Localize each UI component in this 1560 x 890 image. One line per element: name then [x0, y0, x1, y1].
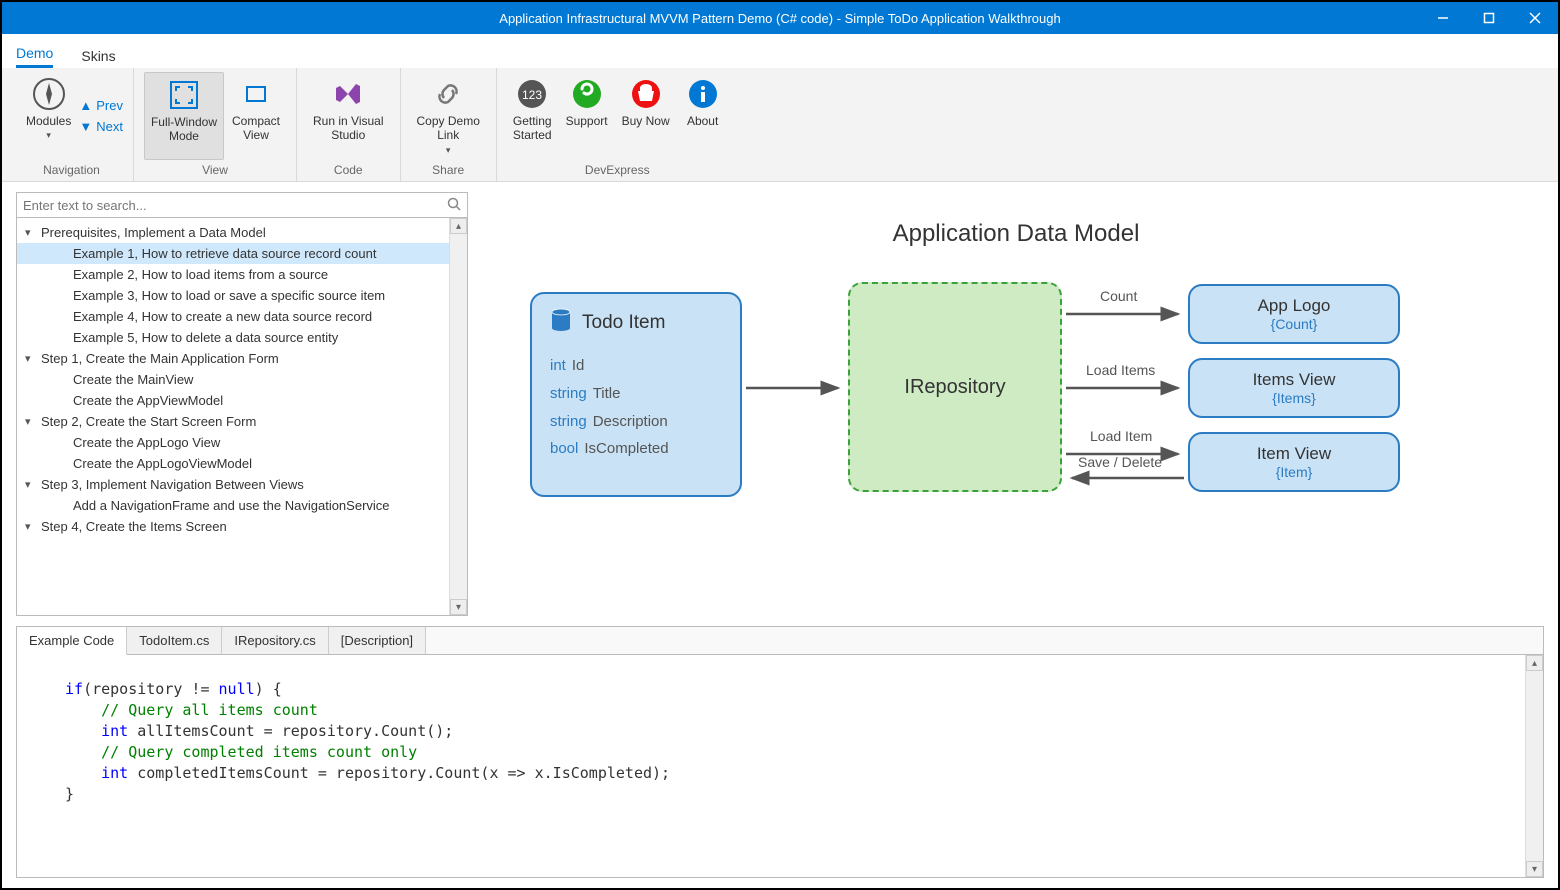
tree-group[interactable]: ▾Step 1, Create the Main Application For… [17, 348, 449, 369]
scroll-up-arrow[interactable]: ▴ [450, 218, 467, 234]
ribbon-group-code: Run in Visual Studio Code [297, 68, 401, 181]
chevron-down-icon: ▾ [446, 145, 451, 156]
scroll-down-arrow[interactable]: ▾ [450, 599, 467, 615]
maximize-button[interactable] [1466, 2, 1512, 34]
chevron-down-icon: ▾ [25, 226, 37, 239]
minimize-button[interactable] [1420, 2, 1466, 34]
tree-item[interactable]: Add a NavigationFrame and use the Naviga… [17, 495, 449, 516]
code-scrollbar[interactable]: ▴ ▾ [1525, 655, 1543, 877]
tree-group[interactable]: ▾Step 4, Create the Items Screen [17, 516, 449, 537]
visual-studio-icon [332, 76, 364, 112]
chevron-down-icon: ▾ [25, 520, 37, 533]
arrow-count [1064, 308, 1186, 320]
ribbon-group-view: Full-Window Mode Compact View View [134, 68, 297, 181]
code-panel: Example Code TodoItem.cs IRepository.cs … [16, 626, 1544, 878]
search-box[interactable] [16, 192, 468, 218]
arrow-save-delete [1064, 472, 1186, 484]
app-logo-view-box: App Logo {Count} [1188, 284, 1400, 344]
navigation-panel: ▾Prerequisites, Implement a Data ModelEx… [16, 192, 468, 616]
tree-group[interactable]: ▾Step 3, Implement Navigation Between Vi… [17, 474, 449, 495]
close-button[interactable] [1512, 2, 1558, 34]
chevron-down-icon: ▾ [25, 415, 37, 428]
compass-icon [32, 76, 66, 112]
tree-group[interactable]: ▾Step 2, Create the Start Screen Form [17, 411, 449, 432]
buy-icon [631, 76, 661, 112]
copy-demo-link-button[interactable]: Copy Demo Link ▾ [411, 72, 486, 160]
arrow-label-count: Count [1100, 288, 1137, 304]
tree-item[interactable]: Example 4, How to create a new data sour… [17, 306, 449, 327]
titlebar: Application Infrastructural MVVM Pattern… [2, 2, 1558, 34]
menu-tab-demo[interactable]: Demo [16, 39, 53, 68]
full-window-mode-button[interactable]: Full-Window Mode [144, 72, 224, 160]
menu-tab-skins[interactable]: Skins [81, 42, 115, 68]
code-text: if(repository != null) { // Query all it… [17, 655, 1525, 877]
tree-view[interactable]: ▾Prerequisites, Implement a Data ModelEx… [17, 218, 449, 615]
todo-field: intId [550, 352, 722, 380]
diagram-title: Application Data Model [488, 220, 1544, 248]
buy-now-button[interactable]: Buy Now [616, 72, 676, 160]
arrow-load-items [1064, 382, 1186, 394]
tree-item[interactable]: Example 5, How to delete a data source e… [17, 327, 449, 348]
irepository-box: IRepository [848, 282, 1062, 492]
compact-icon [241, 76, 271, 112]
menubar: Demo Skins [2, 34, 1558, 68]
arrow-label-save-delete: Save / Delete [1078, 454, 1162, 470]
ribbon-group-share: Copy Demo Link ▾ Share [401, 68, 497, 181]
tree-group[interactable]: ▾Prerequisites, Implement a Data Model [17, 222, 449, 243]
arrow-todo-repo [744, 382, 846, 394]
triangle-up-icon: ▲ [79, 98, 92, 113]
arrow-label-load-items: Load Items [1086, 362, 1155, 378]
about-button[interactable]: About [678, 72, 728, 160]
diagram-area: Application Data Model Todo Item intIdst… [488, 192, 1544, 616]
run-in-vs-button[interactable]: Run in Visual Studio [307, 72, 390, 160]
database-icon [550, 308, 572, 338]
item-view-box: Item View {Item} [1188, 432, 1400, 492]
svg-text:123: 123 [522, 88, 542, 102]
window-title: Application Infrastructural MVVM Pattern… [499, 11, 1060, 26]
todo-field: stringDescription [550, 408, 722, 436]
getting-started-button[interactable]: 123 Getting Started [507, 72, 558, 160]
next-button[interactable]: ▼Next [79, 119, 123, 134]
support-icon [572, 76, 602, 112]
fullscreen-icon [169, 77, 199, 113]
arrow-label-load-item: Load Item [1090, 428, 1152, 444]
tree-item[interactable]: Example 3, How to load or save a specifi… [17, 285, 449, 306]
support-button[interactable]: Support [560, 72, 614, 160]
ribbon-group-navigation: Modules ▾ ▲Prev ▼Next Navigation [10, 68, 134, 181]
todo-item-box: Todo Item intIdstringTitlestringDescript… [530, 292, 742, 497]
tab-description[interactable]: [Description] [329, 627, 426, 654]
tree-item[interactable]: Create the MainView [17, 369, 449, 390]
tree-item[interactable]: Create the AppLogoViewModel [17, 453, 449, 474]
tree-scrollbar[interactable]: ▴ ▾ [449, 218, 467, 615]
tree-item[interactable]: Create the AppViewModel [17, 390, 449, 411]
chevron-down-icon: ▾ [25, 352, 37, 365]
tab-irepository-cs[interactable]: IRepository.cs [222, 627, 328, 654]
search-input[interactable] [23, 198, 447, 213]
items-view-box: Items View {Items} [1188, 358, 1400, 418]
search-icon[interactable] [447, 197, 461, 214]
scroll-up-arrow[interactable]: ▴ [1526, 655, 1543, 671]
tree-item[interactable]: Example 1, How to retrieve data source r… [17, 243, 449, 264]
compact-view-button[interactable]: Compact View [226, 72, 286, 160]
triangle-down-icon: ▼ [79, 119, 92, 134]
todo-field: stringTitle [550, 380, 722, 408]
chevron-down-icon: ▾ [46, 130, 51, 141]
todo-field: boolIsCompleted [550, 435, 722, 463]
tab-todoitem-cs[interactable]: TodoItem.cs [127, 627, 222, 654]
prev-button[interactable]: ▲Prev [79, 98, 123, 113]
modules-button[interactable]: Modules ▾ [20, 72, 77, 160]
tab-example-code[interactable]: Example Code [17, 627, 127, 655]
tree-item[interactable]: Create the AppLogo View [17, 432, 449, 453]
scroll-down-arrow[interactable]: ▾ [1526, 861, 1543, 877]
link-icon [432, 76, 464, 112]
ribbon-group-devexpress: 123 Getting Started Support Buy Now Abou… [497, 68, 738, 181]
code-tabs: Example Code TodoItem.cs IRepository.cs … [17, 627, 1543, 655]
getting-started-icon: 123 [517, 76, 547, 112]
tree-item[interactable]: Example 2, How to load items from a sour… [17, 264, 449, 285]
info-icon [688, 76, 718, 112]
chevron-down-icon: ▾ [25, 478, 37, 491]
ribbon: Modules ▾ ▲Prev ▼Next Navigation Full-Wi… [2, 68, 1558, 182]
